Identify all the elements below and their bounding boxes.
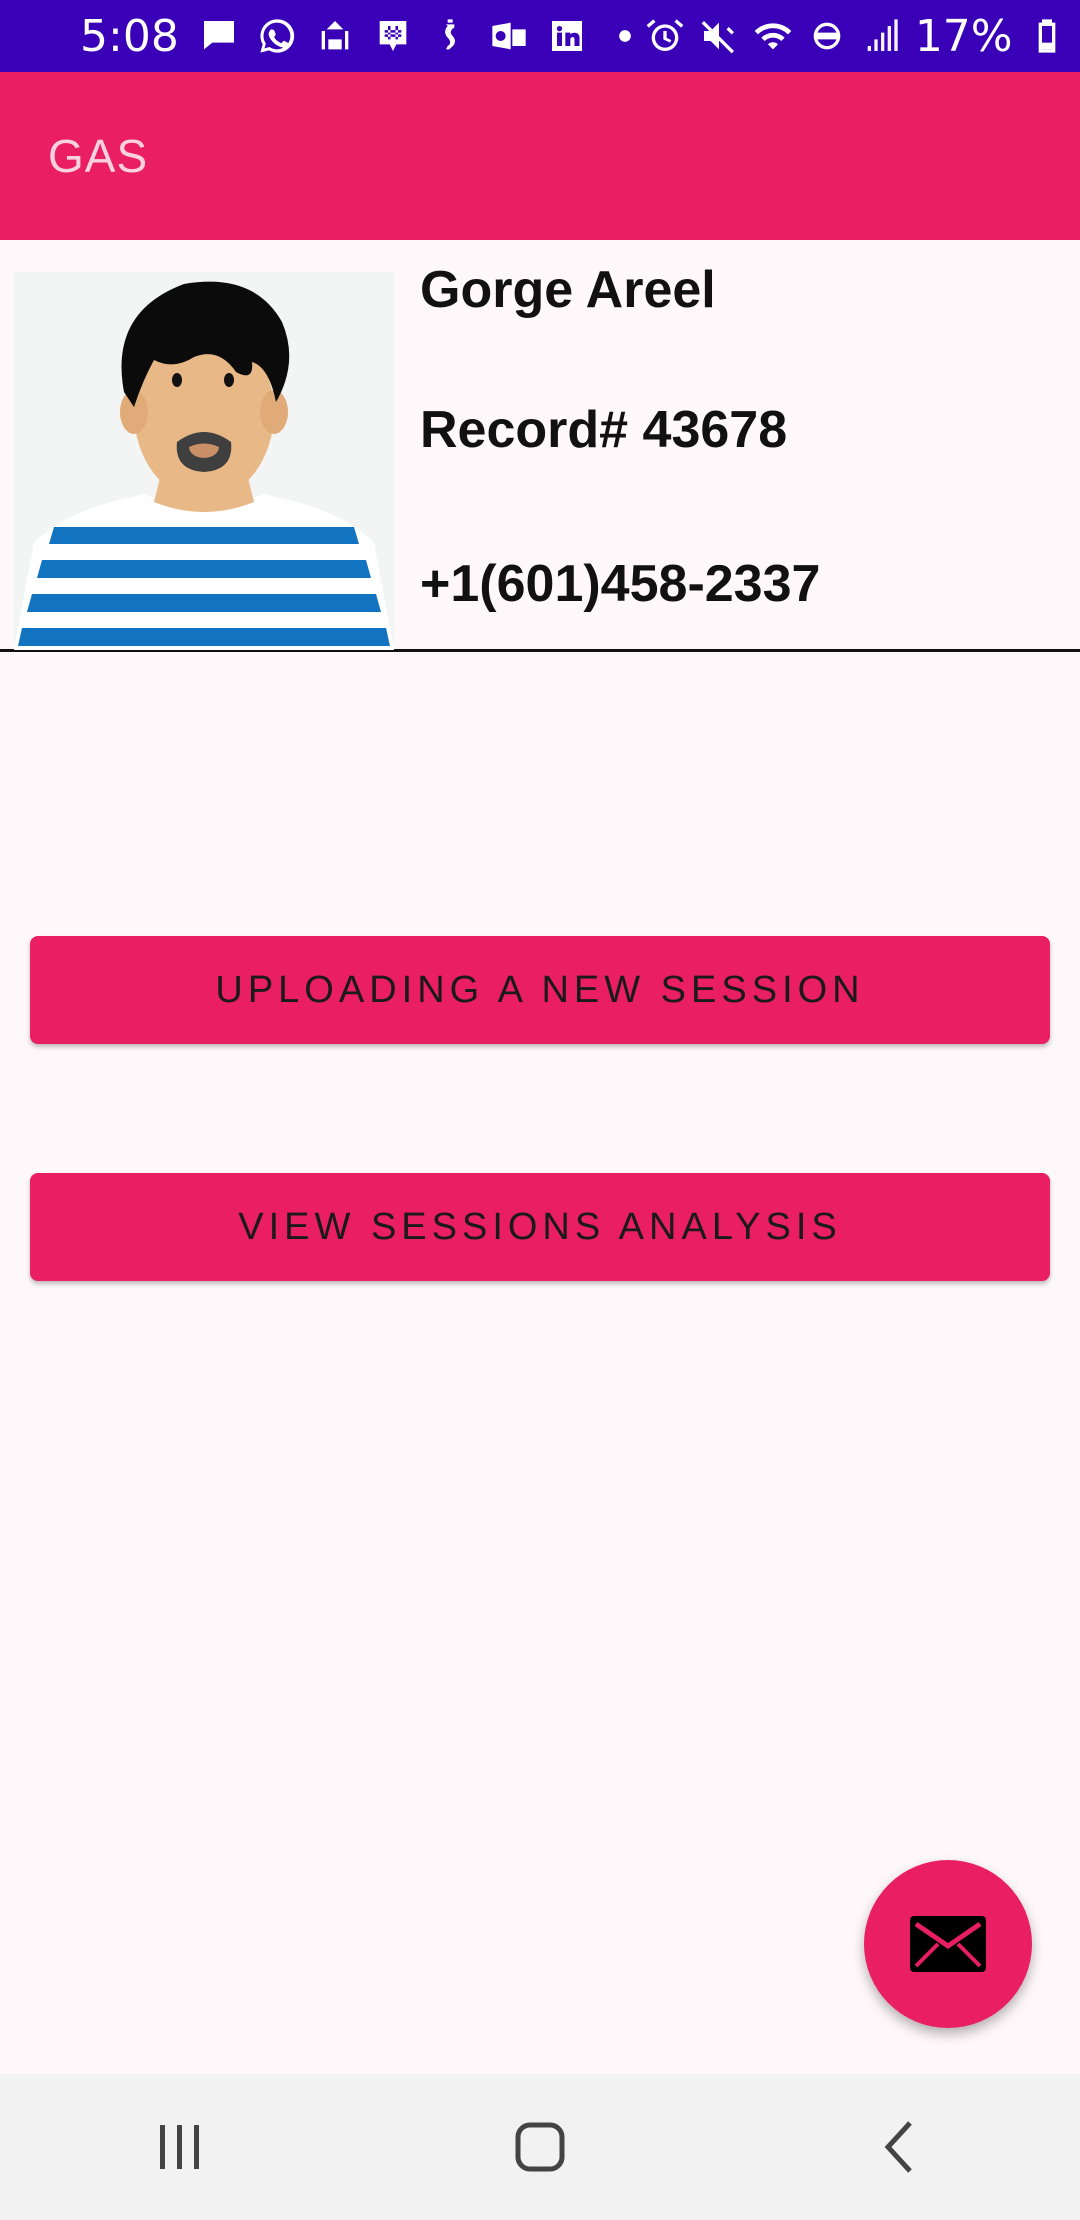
avatar-illustration: [14, 272, 394, 650]
sound-icon: [431, 16, 471, 56]
back-icon: [884, 2121, 912, 2173]
back-button[interactable]: [840, 2097, 960, 2197]
volte-icon: [807, 16, 847, 56]
slack-icon: [373, 16, 413, 56]
home-button[interactable]: [480, 2097, 600, 2197]
profile-card: Gorge Areel Record# 43678 +1(601)458-233…: [0, 240, 1080, 652]
message-icon: [199, 16, 239, 56]
home-icon: [515, 2122, 565, 2172]
recent-apps-icon: [160, 2125, 199, 2169]
mute-icon: [699, 16, 739, 56]
battery-icon: [1027, 16, 1067, 56]
battery-percent: 17%: [914, 10, 1013, 62]
notification-icons: [199, 16, 645, 56]
dot-icon: [605, 16, 645, 56]
avatar: [14, 272, 394, 650]
wifi-icon: [753, 16, 793, 56]
navigation-bar: [0, 2074, 1080, 2220]
profile-name: Gorge Areel: [420, 261, 716, 319]
profile-record: Record# 43678: [420, 401, 788, 459]
outlook-icon: [489, 16, 529, 56]
app-title: GAS: [48, 130, 149, 182]
app-bar: GAS: [0, 72, 1080, 240]
signal-icon: [861, 16, 901, 56]
recent-apps-button[interactable]: [120, 2097, 240, 2197]
system-icons: 17%: [645, 11, 1067, 62]
alarm-icon: [645, 16, 685, 56]
status-time: 5:08: [80, 10, 179, 62]
upload-session-button[interactable]: UPLOADING A NEW SESSION: [30, 936, 1050, 1044]
whatsapp-icon: [257, 16, 297, 56]
status-bar: 5:08 17%: [0, 0, 1080, 72]
view-sessions-analysis-button[interactable]: VIEW SESSIONS ANALYSIS: [30, 1173, 1050, 1281]
linkedin-icon: [547, 16, 587, 56]
mail-icon: [910, 1916, 986, 1972]
profile-phone: +1(601)458-2337: [420, 555, 821, 613]
app-icon: [315, 16, 355, 56]
fab-mail-button[interactable]: [864, 1860, 1032, 2028]
